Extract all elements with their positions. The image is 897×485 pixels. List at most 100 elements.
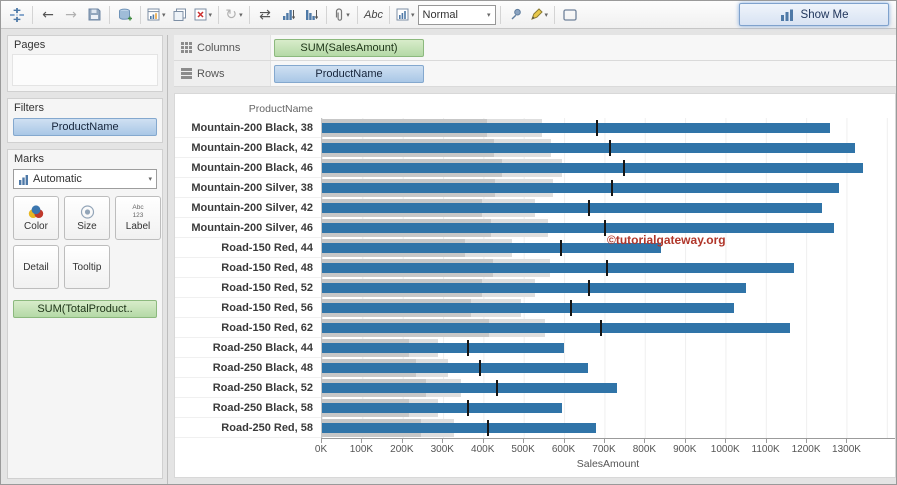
swap-rows-columns-button[interactable]: ⇄ — [254, 4, 276, 26]
row-label[interactable]: Mountain-200 Black, 38 — [175, 118, 321, 138]
save-button[interactable] — [83, 4, 105, 26]
columns-shelf-body[interactable]: SUM(SalesAmount) — [270, 35, 896, 60]
toolbar-separator — [109, 5, 110, 24]
sales-bar[interactable] — [322, 183, 839, 193]
row-label[interactable]: Mountain-200 Black, 42 — [175, 138, 321, 158]
sales-bar[interactable] — [322, 143, 855, 153]
row-label[interactable]: Road-250 Black, 52 — [175, 378, 321, 398]
text-label-icon: Abc 123 — [132, 204, 144, 219]
row-label[interactable]: Road-150 Red, 62 — [175, 318, 321, 338]
sort-descending-button[interactable] — [300, 4, 322, 26]
detail-label: Detail — [23, 261, 49, 273]
row-label[interactable]: Mountain-200 Silver, 42 — [175, 198, 321, 218]
sales-bar[interactable] — [322, 123, 831, 133]
rows-shelf-body[interactable]: ProductName — [270, 61, 896, 86]
show-mark-labels-button[interactable]: Abc — [362, 4, 385, 26]
row-label[interactable]: Road-150 Red, 56 — [175, 298, 321, 318]
tableau-window: ← → ▾ ▾ ↻ ▾ ⇄ ▾ Abc ▾ Normal ▾ ▾ Show Me… — [0, 0, 897, 485]
presentation-mode-button[interactable] — [559, 4, 581, 26]
sort-ascending-button[interactable] — [277, 4, 299, 26]
toolbar-separator — [249, 5, 251, 24]
marks-pill-totalproductcost[interactable]: SUM(TotalProduct.. — [13, 300, 157, 318]
refresh-icon: ↻ — [225, 6, 238, 23]
sales-bar[interactable] — [322, 263, 795, 273]
reference-line — [467, 340, 470, 356]
sales-bar[interactable] — [322, 163, 863, 173]
tooltip-button[interactable]: Tooltip — [64, 245, 110, 289]
pin-button[interactable] — [505, 4, 527, 26]
chevron-down-icon: ▾ — [411, 10, 415, 19]
row-label[interactable]: Road-250 Black, 44 — [175, 338, 321, 358]
show-me-button[interactable]: Show Me — [739, 3, 889, 26]
sales-bar[interactable] — [322, 303, 734, 313]
chart-row: Road-250 Black, 44 — [175, 338, 895, 358]
size-button[interactable]: Size — [64, 196, 110, 240]
row-label[interactable]: Road-150 Red, 52 — [175, 278, 321, 298]
reference-line — [596, 120, 599, 136]
chart-row: Road-250 Black, 48 — [175, 358, 895, 378]
bar-chart-box-icon — [396, 8, 409, 21]
tableau-logo-button[interactable] — [6, 4, 28, 26]
sales-bar[interactable] — [322, 223, 835, 233]
pages-drop-area[interactable] — [12, 54, 158, 86]
row-label[interactable]: Mountain-200 Silver, 46 — [175, 218, 321, 238]
filter-pill-productname[interactable]: ProductName — [13, 118, 157, 136]
chart-row: Mountain-200 Silver, 42 — [175, 198, 895, 218]
x-axis-scale[interactable]: 0K 100K 200K 300K 400K 500K 600K 700K 800K 900K 10… — [315, 438, 895, 458]
sort-descending-icon — [305, 10, 318, 20]
highlight-button[interactable]: ▾ — [528, 4, 551, 26]
group-members-button[interactable]: ▾ — [331, 4, 353, 26]
row-plot — [321, 138, 895, 158]
row-plot — [321, 178, 895, 198]
duplicate-sheet-button[interactable] — [169, 4, 191, 26]
x-tick-label: 400K — [471, 444, 495, 455]
rows-pill-productname[interactable]: ProductName — [274, 64, 424, 83]
workspace: Pages Filters ProductName Marks Automati… — [1, 29, 896, 484]
chart-row: Road-150 Red, 62 — [175, 318, 895, 338]
reference-line — [608, 140, 611, 156]
row-label[interactable]: Mountain-200 Black, 46 — [175, 158, 321, 178]
marks-title: Marks — [14, 153, 44, 165]
row-plot — [321, 338, 895, 358]
new-worksheet-button[interactable]: ▾ — [145, 4, 168, 26]
sales-bar[interactable] — [322, 403, 563, 413]
sales-bar[interactable] — [322, 283, 746, 293]
sales-bar[interactable] — [322, 383, 617, 393]
row-label[interactable]: Road-250 Black, 48 — [175, 358, 321, 378]
fit-chart-button[interactable]: ▾ — [394, 4, 417, 26]
sales-bar[interactable] — [322, 203, 823, 213]
row-label[interactable]: Mountain-200 Silver, 38 — [175, 178, 321, 198]
sales-bar[interactable] — [322, 363, 589, 373]
row-field-header: ProductName — [248, 103, 313, 115]
detail-button[interactable]: Detail — [13, 245, 59, 289]
row-label[interactable]: Road-250 Red, 58 — [175, 418, 321, 438]
sales-bar[interactable] — [322, 323, 791, 333]
reference-line — [588, 200, 591, 216]
color-button[interactable]: Color — [13, 196, 59, 240]
chevron-down-icon: ▾ — [162, 10, 166, 19]
auto-update-button[interactable]: ↻ ▾ — [223, 4, 245, 26]
clear-sheet-button[interactable]: ▾ — [192, 4, 215, 26]
rows-shelf-label: Rows — [197, 67, 225, 80]
chevron-down-icon: ▾ — [487, 10, 491, 19]
columns-pill-salesamount[interactable]: SUM(SalesAmount) — [274, 38, 424, 57]
undo-button[interactable]: ← — [37, 4, 59, 26]
row-label[interactable]: Road-150 Red, 44 — [175, 238, 321, 258]
chart-row: Road-150 Red, 56 — [175, 298, 895, 318]
label-button[interactable]: Abc 123 Label — [115, 196, 161, 240]
row-label[interactable]: Road-150 Red, 48 — [175, 258, 321, 278]
tooltip-label: Tooltip — [72, 261, 102, 273]
axis-spacer — [175, 438, 321, 458]
redo-button[interactable]: → — [60, 4, 82, 26]
save-icon — [88, 8, 100, 21]
add-data-source-button[interactable] — [114, 4, 136, 26]
row-label[interactable]: Road-250 Black, 58 — [175, 398, 321, 418]
mark-type-dropdown[interactable]: Automatic ▾ — [13, 169, 157, 189]
show-me-label: Show Me — [800, 8, 849, 21]
row-plot — [321, 298, 895, 318]
marks-buttons-row-2: Detail Tooltip — [8, 245, 162, 289]
row-plot — [321, 318, 895, 338]
sales-bar[interactable] — [322, 343, 565, 353]
sales-bar[interactable] — [322, 423, 597, 433]
fit-selector[interactable]: Normal ▾ — [417, 4, 496, 25]
